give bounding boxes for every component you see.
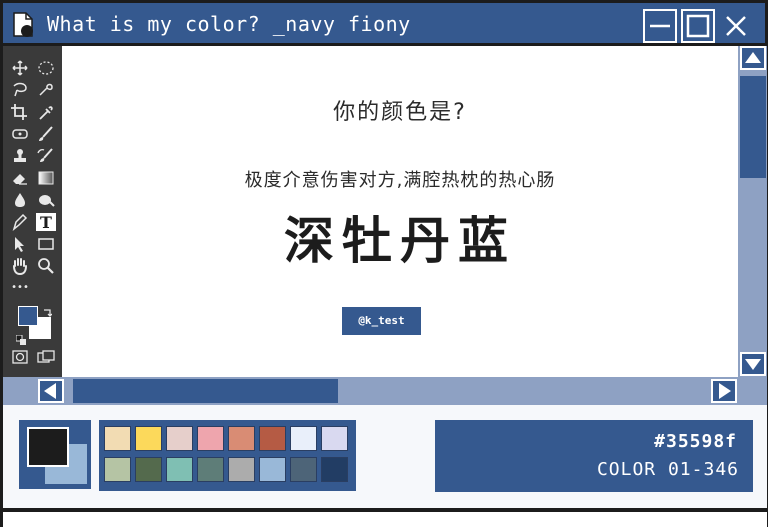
healing-icon[interactable] [10, 125, 30, 143]
author-tag: @k_test [342, 307, 421, 335]
color-info-box: #35598f COLOR 01-346 [435, 420, 753, 492]
status-strip [3, 512, 767, 527]
svg-text:T: T [40, 213, 52, 231]
path-select-icon[interactable] [10, 235, 30, 253]
blur-icon[interactable] [10, 191, 30, 209]
horizontal-scroll-thumb[interactable] [73, 379, 338, 403]
scroll-left-button[interactable] [38, 379, 64, 403]
minimize-icon [650, 24, 670, 28]
scroll-right-button[interactable] [711, 379, 737, 403]
arrow-up-icon [745, 52, 761, 63]
text-tool-button[interactable]: T [36, 213, 56, 231]
vertical-scroll-thumb[interactable] [740, 76, 766, 178]
toolbox: T ••• [3, 46, 62, 377]
color-code: COLOR 01-346 [596, 459, 739, 480]
close-button[interactable] [719, 9, 753, 43]
foreground-color-swatch-top[interactable] [18, 306, 38, 326]
horizontal-scrollbar[interactable] [3, 377, 767, 405]
foreground-swatch[interactable] [27, 427, 69, 467]
app-icon [12, 12, 36, 38]
dodge-icon[interactable] [36, 191, 56, 209]
vertical-scrollbar[interactable] [738, 46, 767, 377]
screen-mode-icon[interactable] [36, 348, 56, 366]
text-icon: T [40, 213, 52, 231]
app-window: What is my color? _navy fiony T ••• 你的颜色… [0, 0, 768, 527]
palette-swatch[interactable] [104, 426, 131, 451]
palette-swatch[interactable] [104, 457, 131, 482]
zoom-icon[interactable] [36, 257, 56, 275]
crop-icon[interactable] [10, 103, 30, 121]
quick-mask-icon[interactable] [10, 348, 30, 366]
canvas[interactable]: 你的颜色是? 极度介意伤害对方,满腔热枕的热心肠 深牡丹蓝 @k_test [62, 46, 738, 377]
palette-swatch[interactable] [259, 457, 286, 482]
palette-swatch[interactable] [228, 457, 255, 482]
palette-swatch[interactable] [166, 426, 193, 451]
eyedropper-icon[interactable] [36, 103, 56, 121]
scroll-down-button[interactable] [740, 352, 766, 376]
description-text: 极度介意伤害对方,满腔热枕的热心肠 [244, 170, 556, 191]
palette-swatch[interactable] [197, 426, 224, 451]
palette-swatch[interactable] [321, 426, 348, 451]
rectangle-icon[interactable] [36, 235, 56, 253]
palette-swatch[interactable] [259, 426, 286, 451]
scroll-up-button[interactable] [740, 46, 766, 70]
palette-swatch[interactable] [135, 457, 162, 482]
eraser-icon[interactable] [10, 169, 30, 187]
arrow-down-icon [745, 359, 761, 370]
palette-swatch[interactable] [135, 426, 162, 451]
more-tools-icon[interactable]: ••• [10, 279, 30, 297]
color-name-heading: 深牡丹蓝 [284, 212, 516, 270]
current-colors [19, 420, 91, 489]
move-icon[interactable] [10, 59, 30, 77]
brush-icon[interactable] [36, 125, 56, 143]
title-bar[interactable]: What is my color? _navy fiony [0, 0, 768, 46]
color-panel: #35598f COLOR 01-346 [3, 405, 767, 508]
hex-code: #35598f [654, 431, 737, 452]
palette-swatch[interactable] [290, 457, 317, 482]
palette-swatch[interactable] [321, 457, 348, 482]
palette-swatch[interactable] [166, 457, 193, 482]
palette-swatch[interactable] [197, 457, 224, 482]
hand-icon[interactable] [10, 257, 30, 275]
lasso-icon[interactable] [10, 81, 30, 99]
quick-select-icon[interactable] [36, 81, 56, 99]
question-text: 你的颜色是? [333, 100, 467, 125]
minimize-button[interactable] [643, 9, 677, 43]
arrow-right-icon [719, 383, 731, 399]
stamp-icon[interactable] [10, 147, 30, 165]
swap-colors-icon[interactable] [42, 303, 53, 317]
ellipse-select-icon[interactable] [36, 59, 56, 77]
maximize-icon [686, 14, 710, 38]
window-title: What is my color? _navy fiony [47, 12, 411, 36]
history-brush-icon[interactable] [36, 147, 56, 165]
palette-swatch[interactable] [290, 426, 317, 451]
gradient-icon[interactable] [36, 169, 56, 187]
default-colors-icon[interactable] [15, 330, 26, 345]
arrow-left-icon [44, 383, 56, 399]
palette-swatch[interactable] [228, 426, 255, 451]
pen-icon[interactable] [10, 213, 30, 231]
close-icon [726, 16, 746, 36]
maximize-button[interactable] [681, 9, 715, 43]
color-palette [99, 420, 356, 491]
